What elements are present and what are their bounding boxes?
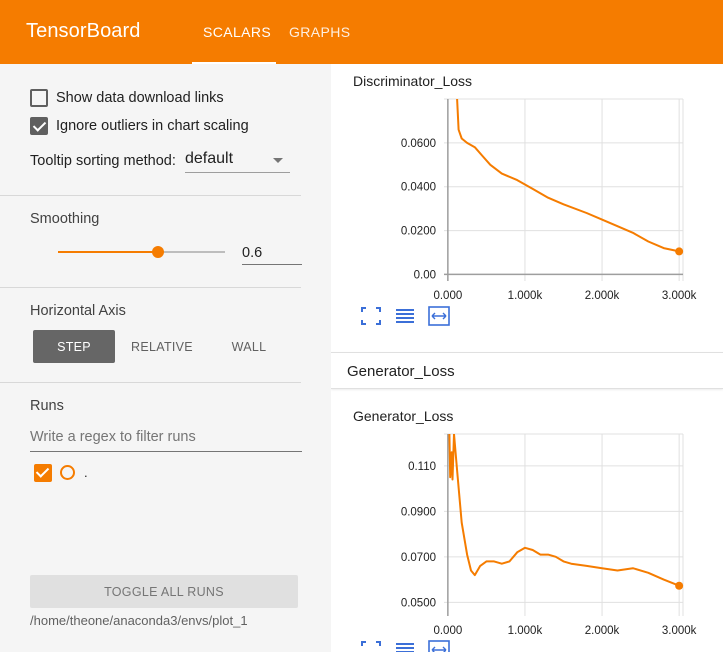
series-line xyxy=(456,99,680,253)
chevron-down-icon xyxy=(273,158,283,163)
y-tick-label: 0.0200 xyxy=(401,226,436,238)
tooltip-sorting-value: default xyxy=(185,150,234,167)
discriminator-loss-chart[interactable]: 0.00 0.0200 0.0400 0.0600 0.000 1.000k 2.000k 3… xyxy=(331,93,723,305)
tab-graphs[interactable]: GRAPHS xyxy=(289,24,351,40)
show-download-links-checkbox[interactable] xyxy=(30,89,48,107)
smoothing-slider-fill xyxy=(58,251,159,253)
run-checkbox[interactable] xyxy=(34,464,52,482)
log-scale-icon[interactable] xyxy=(394,640,416,652)
log-directory-path: /home/theone/anaconda3/envs/plot_1 xyxy=(30,613,248,628)
fit-domain-icon[interactable] xyxy=(360,640,382,652)
y-tick-label: 0.0400 xyxy=(401,182,436,194)
y-tick-label: 0.00 xyxy=(414,269,436,281)
category-title: Generator_Loss xyxy=(347,363,455,380)
x-tick-label: 1.000k xyxy=(508,625,543,637)
smoothing-slider-handle[interactable] xyxy=(152,246,165,258)
y-tick-label: 0.110 xyxy=(408,461,436,473)
category-header[interactable]: Generator_Loss xyxy=(331,352,723,389)
main-panel: Discriminator_Loss 0.00 0.0200 0.0400 0.060… xyxy=(331,64,723,652)
x-tick-label: 1.000k xyxy=(508,290,543,302)
axis-wall-button[interactable]: WALL xyxy=(212,330,286,363)
log-scale-icon[interactable] xyxy=(394,306,416,326)
axis-relative-button[interactable]: RELATIVE xyxy=(122,330,202,363)
divider xyxy=(0,195,301,196)
smoothing-value-input[interactable] xyxy=(242,241,302,265)
axis-step-button[interactable]: STEP xyxy=(33,330,115,363)
x-tick-label: 3.000k xyxy=(662,290,697,302)
fit-domain-icon[interactable] xyxy=(360,306,382,326)
app-title: TensorBoard xyxy=(26,20,141,42)
x-tick-label: 2.000k xyxy=(585,290,620,302)
tooltip-sorting-label: Tooltip sorting method: xyxy=(30,153,176,169)
expand-icon[interactable] xyxy=(428,306,450,326)
ignore-outliers-label: Ignore outliers in chart scaling xyxy=(56,118,249,134)
divider xyxy=(0,382,301,383)
run-color-swatch[interactable] xyxy=(60,465,75,480)
chart-toolbar xyxy=(360,306,450,326)
generator-loss-chart[interactable]: 0.0500 0.0700 0.0900 0.110 0.000 1.000k 2.000k… xyxy=(331,428,723,640)
y-tick-label: 0.0900 xyxy=(401,506,436,518)
series-line xyxy=(448,434,680,587)
runs-title: Runs xyxy=(30,398,64,414)
run-filter-input[interactable] xyxy=(30,426,302,452)
y-tick-label: 0.0600 xyxy=(401,138,436,150)
series-end-point xyxy=(675,247,684,256)
chart-title-discriminator: Discriminator_Loss xyxy=(353,73,473,89)
toggle-all-runs-button[interactable]: TOGGLE ALL RUNS xyxy=(30,575,298,608)
y-tick-label: 0.0500 xyxy=(401,597,436,609)
x-tick-label: 0.000 xyxy=(433,625,462,637)
app-bar: TensorBoard SCALARS GRAPHS xyxy=(0,0,723,64)
x-tick-label: 2.000k xyxy=(585,625,620,637)
x-tick-label: 3.000k xyxy=(662,625,697,637)
sidebar: Show data download links Ignore outliers… xyxy=(0,64,331,652)
x-tick-label: 0.000 xyxy=(433,290,462,302)
ignore-outliers-checkbox[interactable] xyxy=(30,117,48,135)
smoothing-title: Smoothing xyxy=(30,211,100,227)
chart-title-generator: Generator_Loss xyxy=(353,408,454,424)
show-download-links-label: Show data download links xyxy=(56,90,224,106)
chart-toolbar xyxy=(360,640,450,652)
tab-scalars[interactable]: SCALARS xyxy=(203,24,271,40)
series-end-point xyxy=(675,581,684,590)
y-tick-label: 0.0700 xyxy=(401,552,436,564)
expand-icon[interactable] xyxy=(428,640,450,652)
smoothing-slider[interactable] xyxy=(58,246,225,258)
divider xyxy=(0,287,301,288)
horizontal-axis-title: Horizontal Axis xyxy=(30,303,126,319)
run-name: . xyxy=(84,465,88,480)
tooltip-sorting-select[interactable]: default xyxy=(185,149,290,173)
